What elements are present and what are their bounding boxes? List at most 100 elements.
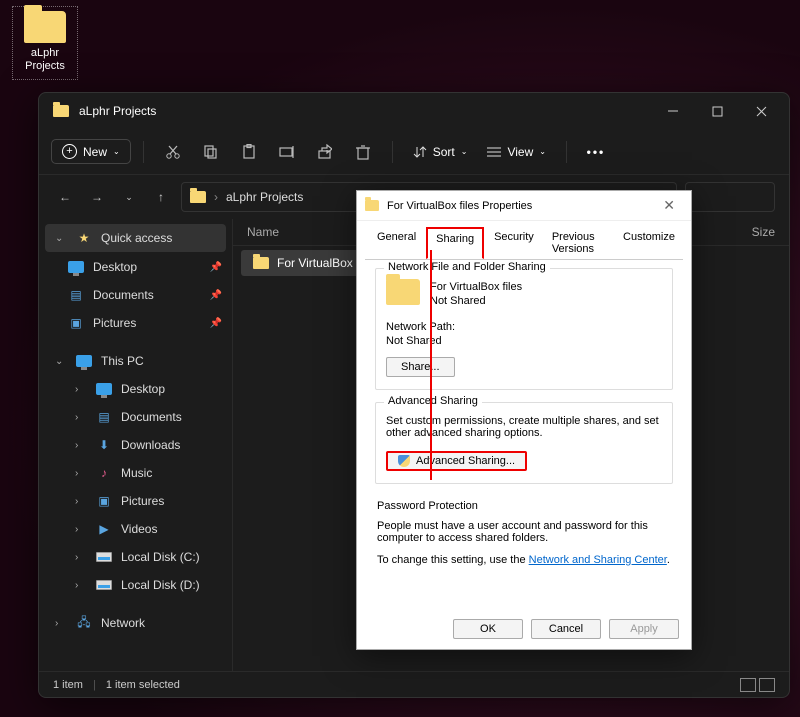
chevron-right-icon: › [75, 440, 87, 451]
pin-icon: 📌 [210, 290, 222, 301]
dialog-titlebar[interactable]: For VirtualBox files Properties ✕ [357, 191, 691, 221]
sidebar-item-label: Documents [93, 288, 154, 302]
chevron-down-icon: ⌄ [113, 147, 120, 156]
share-button[interactable]: Share... [386, 357, 455, 377]
dialog-buttons: OK Cancel Apply [357, 609, 691, 649]
desktop-icon [95, 381, 113, 397]
tab-security[interactable]: Security [486, 227, 542, 259]
apply-button[interactable]: Apply [609, 619, 679, 639]
sidebar-item-desktop-pc[interactable]: › Desktop [39, 375, 232, 403]
sidebar-item-label: Desktop [93, 260, 137, 274]
separator [392, 141, 393, 163]
sidebar-item-downloads[interactable]: › ⬇ Downloads [39, 431, 232, 459]
window-title: aLphr Projects [79, 104, 156, 118]
pin-icon: 📌 [210, 262, 222, 273]
sidebar-item-label: Pictures [93, 316, 136, 330]
desktop-folder-alphr[interactable]: aLphr Projects [12, 6, 78, 80]
advanced-sharing-button[interactable]: Advanced Sharing... [386, 451, 527, 471]
folder-icon [365, 200, 379, 211]
new-label: New [83, 145, 107, 159]
sidebar-item-disk-d[interactable]: ›Local Disk (D:) [39, 571, 232, 599]
tab-sharing[interactable]: Sharing [426, 227, 484, 259]
sidebar-item-pictures[interactable]: ▣ Pictures 📌 [39, 309, 232, 337]
network-path-value: Not Shared [386, 335, 662, 347]
minimize-button[interactable] [651, 96, 695, 126]
status-selected: 1 item selected [106, 679, 180, 691]
new-button[interactable]: + New ⌄ [51, 139, 131, 164]
more-button[interactable]: ••• [579, 145, 613, 159]
delete-button[interactable] [346, 137, 380, 167]
sidebar-item-videos[interactable]: ›▶Videos [39, 515, 232, 543]
chevron-right-icon: › [75, 468, 87, 479]
search-input[interactable] [685, 182, 775, 212]
sidebar-item-disk-c[interactable]: › Local Disk (C:) [39, 543, 232, 571]
cut-button[interactable] [156, 137, 190, 167]
chevron-right-icon: › [75, 552, 87, 563]
share-button[interactable] [308, 137, 342, 167]
view-large-button[interactable] [759, 678, 775, 692]
sidebar-item-label: Music [121, 466, 152, 480]
sidebar-item-documents-pc[interactable]: ›▤Documents [39, 403, 232, 431]
breadcrumb-chevron: › [214, 190, 218, 204]
network-sharing-center-link[interactable]: Network and Sharing Center [529, 554, 667, 566]
close-button[interactable]: ✕ [655, 195, 683, 216]
sidebar-item-music[interactable]: ›♪Music [39, 459, 232, 487]
downloads-icon: ⬇ [95, 437, 113, 453]
sidebar: ⌄ ★ Quick access Desktop 📌 ▤ Documents 📌… [39, 219, 233, 671]
sidebar-item-label: Pictures [121, 494, 164, 508]
sidebar-item-label: Local Disk (C:) [121, 550, 200, 564]
shield-icon [398, 455, 410, 467]
folder-icon [24, 11, 66, 43]
breadcrumb-path: aLphr Projects [226, 190, 303, 204]
sort-button[interactable]: Sort ⌄ [405, 141, 476, 163]
titlebar[interactable]: aLphr Projects [39, 93, 789, 129]
tabs: General Sharing Security Previous Versio… [357, 221, 691, 259]
tab-customize[interactable]: Customize [615, 227, 683, 259]
videos-icon: ▶ [95, 521, 113, 537]
separator: | [93, 679, 96, 691]
paste-button[interactable] [232, 137, 266, 167]
disk-icon [95, 577, 113, 593]
pin-icon: 📌 [210, 318, 222, 329]
maximize-button[interactable] [695, 96, 739, 126]
sidebar-item-desktop[interactable]: Desktop 📌 [39, 253, 232, 281]
view-details-button[interactable] [740, 678, 756, 692]
share-status: Not Shared [430, 295, 522, 307]
documents-icon: ▤ [95, 409, 113, 425]
rename-button[interactable] [270, 137, 304, 167]
chevron-right-icon: › [75, 384, 87, 395]
sidebar-this-pc[interactable]: ⌄ This PC [39, 347, 232, 375]
folder-icon [386, 279, 420, 305]
password-desc: People must have a user account and pass… [377, 520, 671, 544]
tab-general[interactable]: General [369, 227, 424, 259]
ok-button[interactable]: OK [453, 619, 523, 639]
sidebar-item-pictures-pc[interactable]: ›▣Pictures [39, 487, 232, 515]
back-button[interactable]: ← [53, 185, 77, 209]
copy-button[interactable] [194, 137, 228, 167]
up-button[interactable]: ↑ [149, 185, 173, 209]
sidebar-item-label: Desktop [121, 382, 165, 396]
sidebar-item-label: Downloads [121, 438, 180, 452]
sidebar-network[interactable]: › 🖧 Network [39, 609, 232, 637]
separator [566, 141, 567, 163]
documents-icon: ▤ [67, 287, 85, 303]
pc-icon [75, 353, 93, 369]
folder-icon [253, 257, 269, 269]
view-button[interactable]: View ⌄ [479, 141, 554, 163]
desktop-icon [67, 259, 85, 275]
forward-button[interactable]: → [85, 185, 109, 209]
sidebar-quick-access[interactable]: ⌄ ★ Quick access [45, 224, 226, 252]
cancel-button[interactable]: Cancel [531, 619, 601, 639]
chevron-down-icon: ⌄ [461, 147, 468, 156]
status-bar: 1 item | 1 item selected [39, 671, 789, 697]
tab-previous[interactable]: Previous Versions [544, 227, 613, 259]
chevron-down-icon[interactable]: ⌄ [117, 185, 141, 209]
group-network-sharing: Network File and Folder Sharing For Virt… [375, 268, 673, 390]
sidebar-item-documents[interactable]: ▤ Documents 📌 [39, 281, 232, 309]
column-size[interactable]: Size [752, 225, 775, 239]
sidebar-item-label: Documents [121, 410, 182, 424]
chevron-down-icon: ⌄ [539, 147, 546, 156]
sidebar-item-label: This PC [101, 354, 144, 368]
sort-label: Sort [433, 145, 455, 159]
close-button[interactable] [739, 96, 783, 126]
